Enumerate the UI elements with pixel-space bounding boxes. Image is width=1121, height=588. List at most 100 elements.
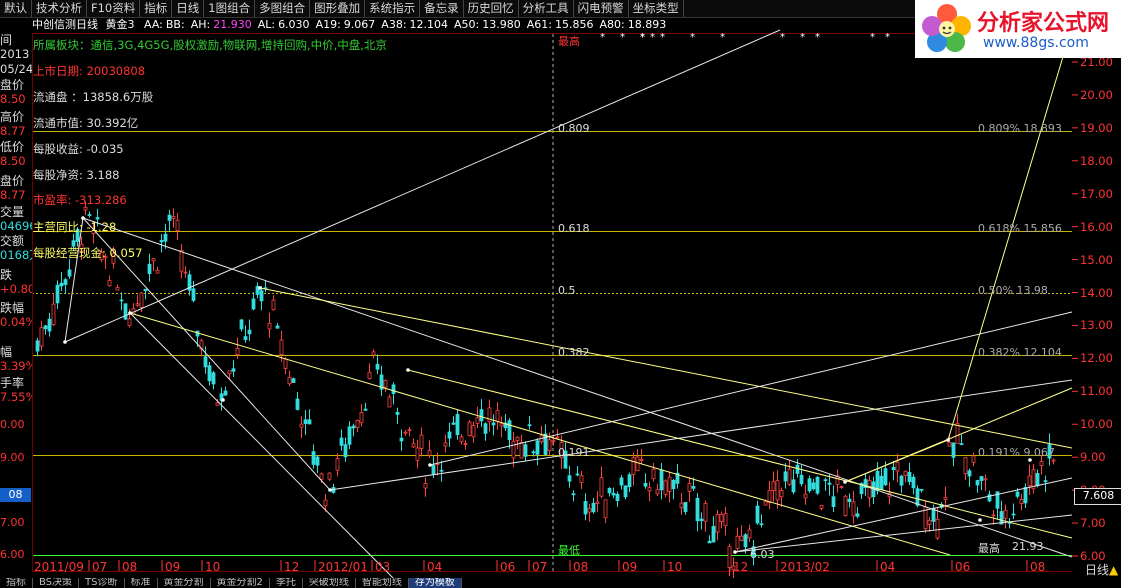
pivot-dot	[733, 550, 737, 554]
candle-body	[471, 425, 476, 438]
menu-item-0[interactable]: 默认	[0, 0, 32, 17]
candle-body	[695, 497, 700, 522]
candle-body	[407, 429, 412, 432]
candle-body	[451, 422, 456, 425]
pivot-dot	[63, 340, 67, 344]
left-y-tick: 6.00	[0, 548, 25, 561]
candle-body	[159, 240, 164, 243]
fib-right-label: 0.618% 15.856	[978, 222, 1062, 235]
candle-body	[467, 421, 472, 436]
candle-body	[275, 325, 280, 329]
candle-body	[395, 411, 400, 415]
indicator-name[interactable]: 黄金3	[106, 18, 135, 31]
candle-body	[119, 299, 124, 302]
event-star-icon: *	[640, 32, 645, 43]
candle-body	[203, 356, 208, 368]
logo-url: www.88gs.com	[983, 35, 1089, 51]
candle-body	[351, 425, 356, 429]
candle-body	[443, 442, 448, 447]
menu-item-2[interactable]: F10资料	[87, 0, 141, 17]
candle-body	[823, 479, 828, 482]
bottom-tab-9[interactable]: 存为模板	[408, 578, 462, 588]
candle-body	[579, 475, 584, 483]
candle-body	[555, 436, 560, 439]
bottom-tab-4[interactable]: 黄金分割	[158, 578, 211, 588]
candle-body	[1023, 486, 1028, 504]
bottom-tab-2[interactable]: TS诊断	[79, 578, 125, 588]
panel-label: 低价	[0, 140, 25, 154]
panel-label: 跌	[0, 268, 13, 282]
candle-body	[699, 518, 704, 522]
event-star-icon: *	[600, 32, 605, 43]
menu-item-9[interactable]: 备忘录	[420, 0, 464, 17]
candle-body	[935, 518, 940, 539]
panel-label: 盘价	[0, 78, 25, 92]
fib-ratio: 0.382	[558, 346, 590, 359]
pivot-dot	[843, 480, 847, 484]
bottom-tab-3[interactable]: 标准	[125, 578, 158, 588]
top-marker: 最高	[558, 35, 580, 48]
menu-item-1[interactable]: 技术分析	[32, 0, 87, 17]
menu-item-11[interactable]: 分析工具	[519, 0, 574, 17]
event-star-icon: *	[780, 32, 785, 43]
menu-item-4[interactable]: 日线	[172, 0, 205, 17]
pivot-dot	[258, 286, 262, 290]
menu-item-12[interactable]: 闪电预警	[574, 0, 629, 17]
candle-body	[603, 499, 608, 519]
menu-item-7[interactable]: 图形叠加	[310, 0, 366, 17]
fib-ratio: 0.618	[558, 222, 590, 235]
left-y-tick: 7.00	[0, 516, 25, 529]
candle-body	[591, 502, 596, 513]
candle-body	[311, 451, 316, 465]
x-tick-label: 09	[165, 560, 181, 574]
event-star-icon: *	[870, 32, 875, 43]
candle-body	[843, 495, 848, 516]
listing-date-value: 20030808	[86, 64, 146, 78]
candle-body	[35, 340, 40, 352]
candle-body	[635, 456, 640, 472]
menu-item-5[interactable]: 1图组合	[204, 0, 256, 17]
fib-ratio: 0.191	[558, 446, 590, 459]
candle-body	[891, 467, 896, 470]
pivot-dot	[221, 398, 225, 402]
candle-body	[867, 479, 872, 499]
menu-item-10[interactable]: 历史回忆	[464, 0, 519, 17]
candle-body	[883, 468, 888, 486]
candle-body	[211, 372, 216, 385]
pe-line: 市盈率: -313.286	[33, 193, 127, 207]
bottom-tab-0[interactable]: 指标	[0, 578, 33, 588]
param-key: A38:	[381, 18, 407, 31]
candle-body	[303, 419, 308, 424]
candle-body	[719, 514, 724, 522]
candle-body	[967, 470, 972, 477]
bottom-tab-1[interactable]: BS决策	[33, 578, 80, 588]
candle-body	[759, 523, 764, 526]
y-tick-label: 18.00	[1080, 153, 1113, 168]
trend-line	[429, 311, 1073, 466]
candle-body	[319, 473, 324, 480]
menu-item-3[interactable]: 指标	[140, 0, 173, 17]
menu-item-13[interactable]: 坐标类型	[629, 0, 684, 17]
panel-label: 交额	[0, 234, 25, 248]
candle-body	[215, 402, 220, 406]
event-star-icon: *	[620, 32, 625, 43]
bottom-tab-8[interactable]: 智能划线	[356, 578, 409, 588]
candle-body	[827, 482, 832, 485]
candle-body	[619, 477, 624, 486]
menu-item-6[interactable]: 多图组合	[255, 0, 311, 17]
candle-body	[135, 303, 140, 306]
bottom-tab-5[interactable]: 黄金分割2	[211, 578, 270, 588]
candle-body	[231, 368, 236, 372]
candle-body	[283, 358, 288, 369]
period-text: 日线	[1085, 563, 1110, 577]
up-arrow-icon[interactable]: ▲	[1109, 563, 1118, 577]
candle-body	[475, 417, 480, 424]
menu-item-8[interactable]: 系统指示	[365, 0, 421, 17]
candle-body	[315, 456, 320, 466]
candle-body	[327, 472, 332, 480]
candle-body	[455, 414, 460, 436]
bottom-tab-6[interactable]: 季托	[270, 578, 303, 588]
bottom-tab-7[interactable]: 突破划线	[303, 578, 356, 588]
candle-body	[171, 216, 176, 219]
candle-body	[671, 479, 676, 490]
